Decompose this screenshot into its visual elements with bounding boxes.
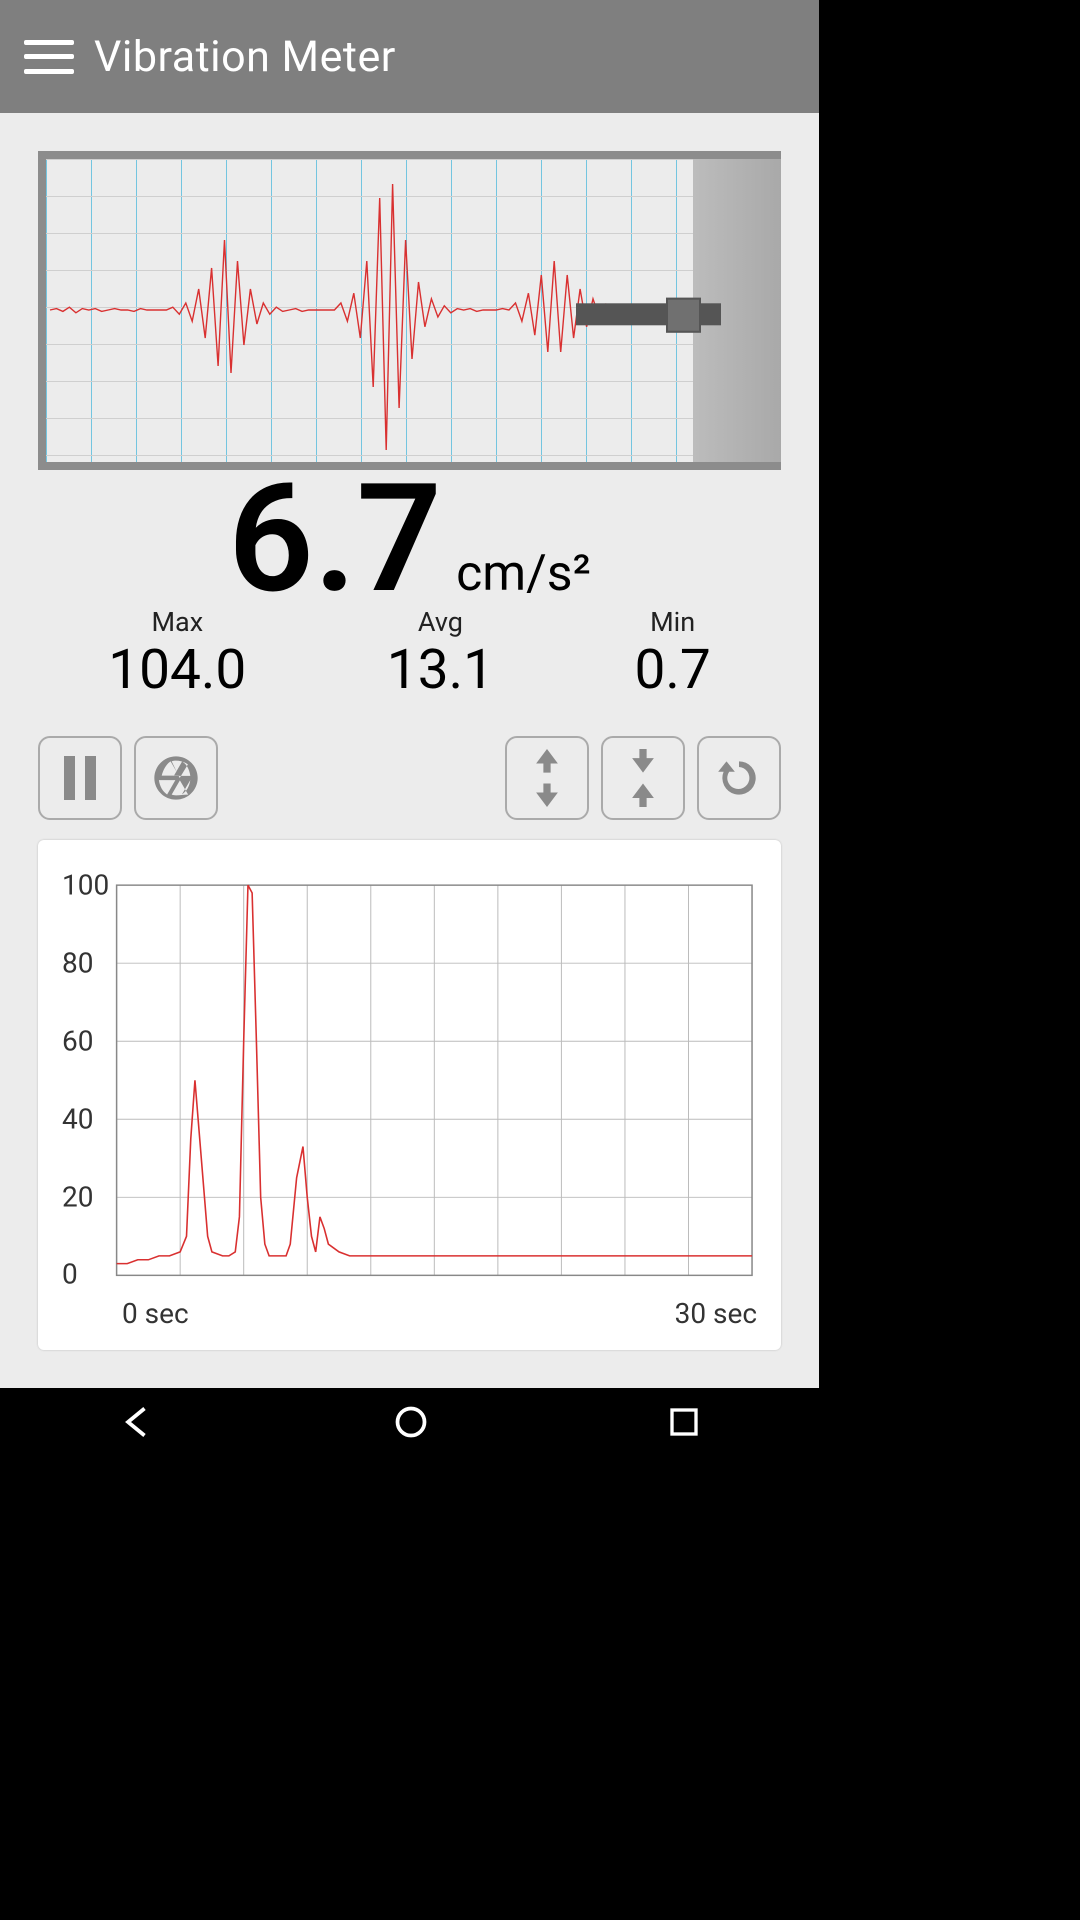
reading-unit: cm/s² xyxy=(456,545,591,603)
arrows-in-icon xyxy=(621,749,665,807)
nav-back-icon[interactable] xyxy=(119,1404,155,1440)
hamburger-menu-icon[interactable] xyxy=(24,32,74,82)
nav-recent-icon[interactable] xyxy=(668,1406,700,1438)
current-reading: 6.7 cm/s² xyxy=(38,476,781,604)
stat-min: Min 0.7 xyxy=(634,606,710,702)
seismograph-pen-base xyxy=(666,297,701,332)
reading-value: 6.7 xyxy=(228,451,442,627)
main-content: // grid lines placed later via JS after … xyxy=(0,113,819,1388)
history-card: 100 80 60 40 20 0 0 sec 30 sec xyxy=(38,840,781,1351)
arrows-out-icon xyxy=(525,749,569,807)
stat-max-value: 104.0 xyxy=(108,638,246,702)
nav-home-icon[interactable] xyxy=(393,1404,429,1440)
reset-button[interactable] xyxy=(697,736,781,820)
y-tick-0: 0 xyxy=(62,1258,78,1291)
stats-row: Max 104.0 Avg 13.1 Min 0.7 xyxy=(38,606,781,702)
stat-min-label: Min xyxy=(634,606,710,638)
app-title: Vibration Meter xyxy=(94,32,396,82)
app-screen: Vibration Meter // grid lines placed lat… xyxy=(0,0,819,1456)
stat-min-value: 0.7 xyxy=(634,638,710,702)
android-nav-bar xyxy=(0,1388,819,1456)
y-tick-80: 80 xyxy=(62,946,93,979)
seismograph-chart: // grid lines placed later via JS after … xyxy=(38,151,781,470)
y-tick-100: 100 xyxy=(62,869,109,902)
pause-icon xyxy=(64,756,96,800)
shutter-icon xyxy=(150,752,202,804)
zoom-out-vertical-button[interactable] xyxy=(505,736,589,820)
zoom-in-vertical-button[interactable] xyxy=(601,736,685,820)
refresh-icon xyxy=(714,753,764,803)
app-bar: Vibration Meter xyxy=(0,0,819,113)
history-trace xyxy=(62,864,757,1297)
stat-avg-value: 13.1 xyxy=(387,638,494,702)
stat-max: Max 104.0 xyxy=(108,606,246,702)
y-tick-20: 20 xyxy=(62,1180,93,1213)
history-chart: 100 80 60 40 20 0 0 sec 30 sec xyxy=(62,864,757,1297)
stat-max-label: Max xyxy=(108,606,246,638)
stat-avg-label: Avg xyxy=(387,606,494,638)
x-tick-start: 0 sec xyxy=(122,1297,189,1330)
pause-button[interactable] xyxy=(38,736,122,820)
y-tick-60: 60 xyxy=(62,1024,93,1057)
y-tick-40: 40 xyxy=(62,1102,93,1135)
stat-avg: Avg 13.1 xyxy=(387,606,494,702)
control-row xyxy=(38,736,781,820)
x-tick-end: 30 sec xyxy=(675,1297,757,1330)
capture-button[interactable] xyxy=(134,736,218,820)
